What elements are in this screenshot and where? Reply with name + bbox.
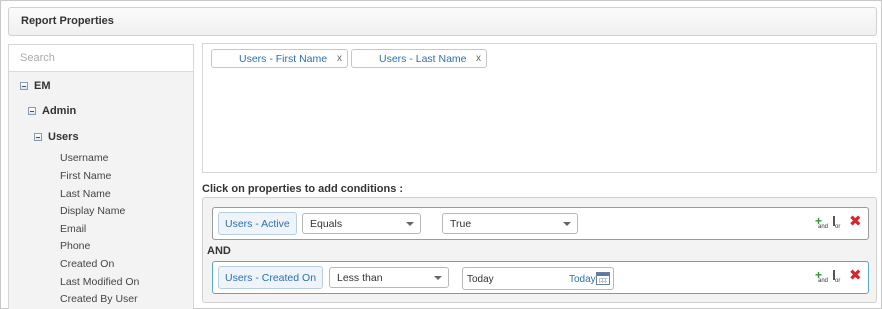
collapse-icon[interactable] [34,133,42,141]
tree-node-label: EM [34,80,51,92]
report-properties-header: Report Properties [8,7,877,36]
condition-property[interactable]: Users - Active [218,212,297,235]
add-and-icon[interactable]: + and [815,215,829,230]
chevron-down-icon [434,276,442,280]
selected-fields-area: Users - First Name x Users - Last Name x [202,43,877,173]
value-select[interactable]: True [442,213,578,234]
operator-select[interactable]: Less than [329,267,449,288]
tree-leaf-email[interactable]: Email [60,223,86,235]
remove-field-icon[interactable]: x [476,53,481,64]
date-field[interactable]: Today Today [462,267,614,290]
tree-leaf-last-name[interactable]: Last Name [60,188,111,200]
chevron-down-icon [406,222,414,226]
tree-node-admin[interactable]: Admin [28,105,76,117]
tree-leaf-last-modified-on[interactable]: Last Modified On [60,276,139,288]
conditions-instruction: Click on properties to add conditions : [202,183,404,195]
operator-value: Less than [337,271,383,284]
condition-row: Users - Created On Less than Today Today… [212,261,869,294]
value-text: True [450,217,472,230]
field-chip[interactable]: Users - First Name x [211,49,348,68]
delete-icon[interactable]: ✖ [849,268,863,284]
tree-leaf-created-by-user[interactable]: Created By User [60,293,138,305]
and-joiner: AND [207,245,231,257]
calendar-icon[interactable] [596,272,610,285]
operator-select[interactable]: Equals [302,213,421,234]
tree-node-label: Users [48,131,79,143]
field-chip[interactable]: Users - Last Name x [351,49,487,68]
tree-node-em[interactable]: EM [20,80,51,92]
page-title: Report Properties [21,15,114,27]
condition-property[interactable]: Users - Created On [218,266,324,289]
tree-leaf-phone[interactable]: Phone [60,240,90,252]
search-input[interactable] [9,45,193,72]
tree-leaf-first-name[interactable]: First Name [60,170,111,182]
field-chip-label: Users - First Name [239,52,328,65]
delete-icon[interactable]: ✖ [849,214,863,230]
conditions-panel: Users - Active Equals True + and or ✖ AN… [202,197,877,303]
operator-value: Equals [310,217,343,230]
report-builder-frame: Report Properties EM Admin Users Usernam… [0,0,882,309]
collapse-icon[interactable] [20,82,28,90]
field-chip-label: Users - Last Name [379,52,467,65]
chevron-down-icon [563,222,571,226]
tree-leaf-created-on[interactable]: Created On [60,258,114,270]
condition-row: Users - Active Equals True + and or ✖ [212,207,869,240]
collapse-icon[interactable] [28,107,36,115]
tree-node-users[interactable]: Users [34,131,79,143]
date-value: Today [467,274,494,285]
today-link[interactable]: Today [569,274,596,285]
remove-field-icon[interactable]: x [337,53,342,64]
tree-leaf-display-name[interactable]: Display Name [60,205,125,217]
tree-node-label: Admin [42,105,77,117]
add-or-icon[interactable]: or [832,216,846,230]
add-and-icon[interactable]: + and [815,269,829,284]
property-tree-sidebar: EM Admin Users Username First Name Last … [8,44,194,309]
add-or-icon[interactable]: or [832,270,846,284]
tree-leaf-username[interactable]: Username [60,152,108,164]
